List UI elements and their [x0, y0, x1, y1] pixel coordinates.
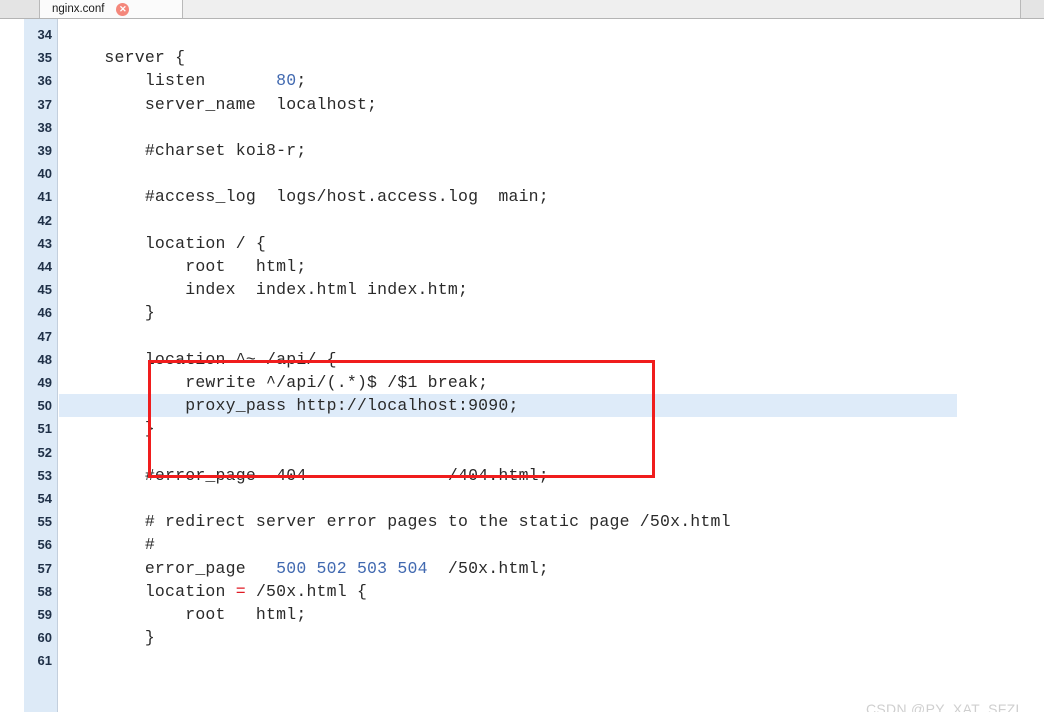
code-line[interactable]: 46 }: [0, 301, 1044, 324]
code-line[interactable]: 42: [0, 209, 1044, 232]
code-line[interactable]: 48 location ^~ /api/ {: [0, 348, 1044, 371]
tab-bar-left-gutter-pad: [0, 0, 40, 18]
code-text[interactable]: rewrite ^/api/(.*)$ /$1 break;: [64, 371, 488, 394]
line-number: 41: [37, 189, 52, 205]
code-token: ;: [296, 71, 307, 91]
code-editor[interactable]: 34 35 server {36 listen 80; 37 server_name…: [0, 19, 1044, 712]
line-number: 56: [37, 537, 52, 553]
code-line[interactable]: 40: [0, 162, 1044, 185]
code-line[interactable]: 52: [0, 441, 1044, 464]
code-token: =: [235, 581, 246, 601]
code-text[interactable]: }: [64, 301, 155, 324]
line-number: 57: [37, 560, 52, 576]
tab-nginx-conf[interactable]: nginx.conf ✕: [40, 0, 183, 18]
code-line[interactable]: 60 }: [0, 626, 1044, 649]
code-line[interactable]: 56 #: [0, 533, 1044, 556]
code-line[interactable]: 44 root html;: [0, 255, 1044, 278]
code-text[interactable]: location = /50x.html {: [64, 580, 367, 603]
code-text[interactable]: #: [64, 533, 155, 556]
code-text[interactable]: #error_page 404 /404.html;: [64, 464, 549, 487]
line-number: 40: [37, 166, 52, 182]
line-number: 48: [37, 351, 52, 367]
code-text[interactable]: server {: [64, 46, 185, 69]
code-text[interactable]: #charset koi8-r;: [64, 139, 306, 162]
code-token: /50x.html {: [245, 581, 368, 601]
code-line[interactable]: 43 location / {: [0, 232, 1044, 255]
code-line[interactable]: 38: [0, 116, 1044, 139]
line-number: 45: [37, 282, 52, 298]
line-number: 42: [37, 212, 52, 228]
line-number: 51: [37, 421, 52, 437]
line-number: 55: [37, 514, 52, 530]
line-number: 34: [37, 27, 52, 42]
code-line[interactable]: 51 }: [0, 417, 1044, 440]
code-line[interactable]: 55 # redirect server error pages to the …: [0, 510, 1044, 533]
code-line[interactable]: 36 listen 80;: [0, 69, 1044, 92]
code-text[interactable]: error_page 500 502 503 504 /50x.html;: [64, 557, 549, 580]
line-number: 43: [37, 235, 52, 251]
code-line[interactable]: 41 #access_log logs/host.access.log main…: [0, 185, 1044, 208]
line-number: 49: [37, 375, 52, 390]
code-text[interactable]: }: [64, 626, 155, 649]
line-number: 52: [37, 444, 52, 460]
code-line[interactable]: 49 rewrite ^/api/(.*)$ /$1 break;: [0, 371, 1044, 394]
code-token: 500 502 503 504: [276, 558, 428, 578]
code-line[interactable]: 53 #error_page 404 /404.html;: [0, 464, 1044, 487]
tab-strip-empty-area: [183, 0, 1020, 18]
code-line[interactable]: 57 error_page 500 502 503 504 /50x.html;: [0, 557, 1044, 580]
code-text[interactable]: # redirect server error pages to the sta…: [64, 510, 731, 533]
code-line[interactable]: 34: [0, 23, 1044, 46]
code-text[interactable]: root html;: [64, 603, 306, 626]
code-line[interactable]: 47: [0, 325, 1044, 348]
line-number: 36: [37, 73, 52, 89]
line-number: 47: [37, 328, 52, 344]
code-token: /50x.html;: [427, 558, 549, 578]
code-line[interactable]: 45 index index.html index.htm;: [0, 278, 1044, 301]
code-line[interactable]: 58 location = /50x.html {: [0, 580, 1044, 603]
line-number: 50: [37, 398, 52, 414]
code-text[interactable]: location ^~ /api/ {: [64, 348, 337, 371]
tab-bar-right-edge: [1020, 0, 1044, 18]
editor-tab-bar: nginx.conf ✕: [0, 0, 1044, 19]
close-icon[interactable]: ✕: [116, 2, 130, 16]
line-number: 35: [37, 50, 52, 66]
code-token: location: [64, 581, 236, 601]
line-number: 61: [37, 653, 52, 669]
line-number: 46: [37, 305, 52, 321]
code-text[interactable]: location / {: [64, 232, 266, 255]
code-line[interactable]: 54: [0, 487, 1044, 510]
tab-label: nginx.conf: [52, 3, 105, 15]
line-number: 38: [37, 119, 52, 135]
line-number: 58: [37, 583, 52, 599]
code-line[interactable]: 59 root html;: [0, 603, 1044, 626]
line-number: 54: [37, 491, 52, 506]
code-token: error_page: [64, 558, 277, 578]
line-number: 53: [37, 467, 52, 483]
code-text[interactable]: listen 80;: [64, 69, 306, 92]
code-text[interactable]: index index.html index.htm;: [64, 278, 468, 301]
line-number: 39: [37, 143, 52, 158]
code-line[interactable]: 37 server_name localhost;: [0, 93, 1044, 116]
code-text[interactable]: }: [64, 417, 155, 440]
line-number: 60: [37, 630, 52, 646]
code-line[interactable]: 35 server {: [0, 46, 1044, 69]
code-text[interactable]: proxy_pass http://localhost:9090;: [64, 394, 519, 417]
code-line[interactable]: 50 proxy_pass http://localhost:9090;: [0, 394, 1044, 418]
code-text[interactable]: root html;: [64, 255, 306, 278]
code-text[interactable]: #access_log logs/host.access.log main;: [64, 185, 549, 208]
line-number: 44: [37, 259, 52, 274]
line-number: 37: [37, 96, 52, 112]
code-line[interactable]: 39 #charset koi8-r;: [0, 139, 1044, 162]
line-number: 59: [37, 607, 52, 622]
watermark-text: CSDN @PY_XAT_SFZL: [866, 701, 1024, 712]
code-token: listen: [64, 71, 277, 91]
code-line[interactable]: 61: [0, 649, 1044, 672]
code-text[interactable]: server_name localhost;: [64, 93, 377, 116]
code-token: 80: [276, 71, 297, 91]
